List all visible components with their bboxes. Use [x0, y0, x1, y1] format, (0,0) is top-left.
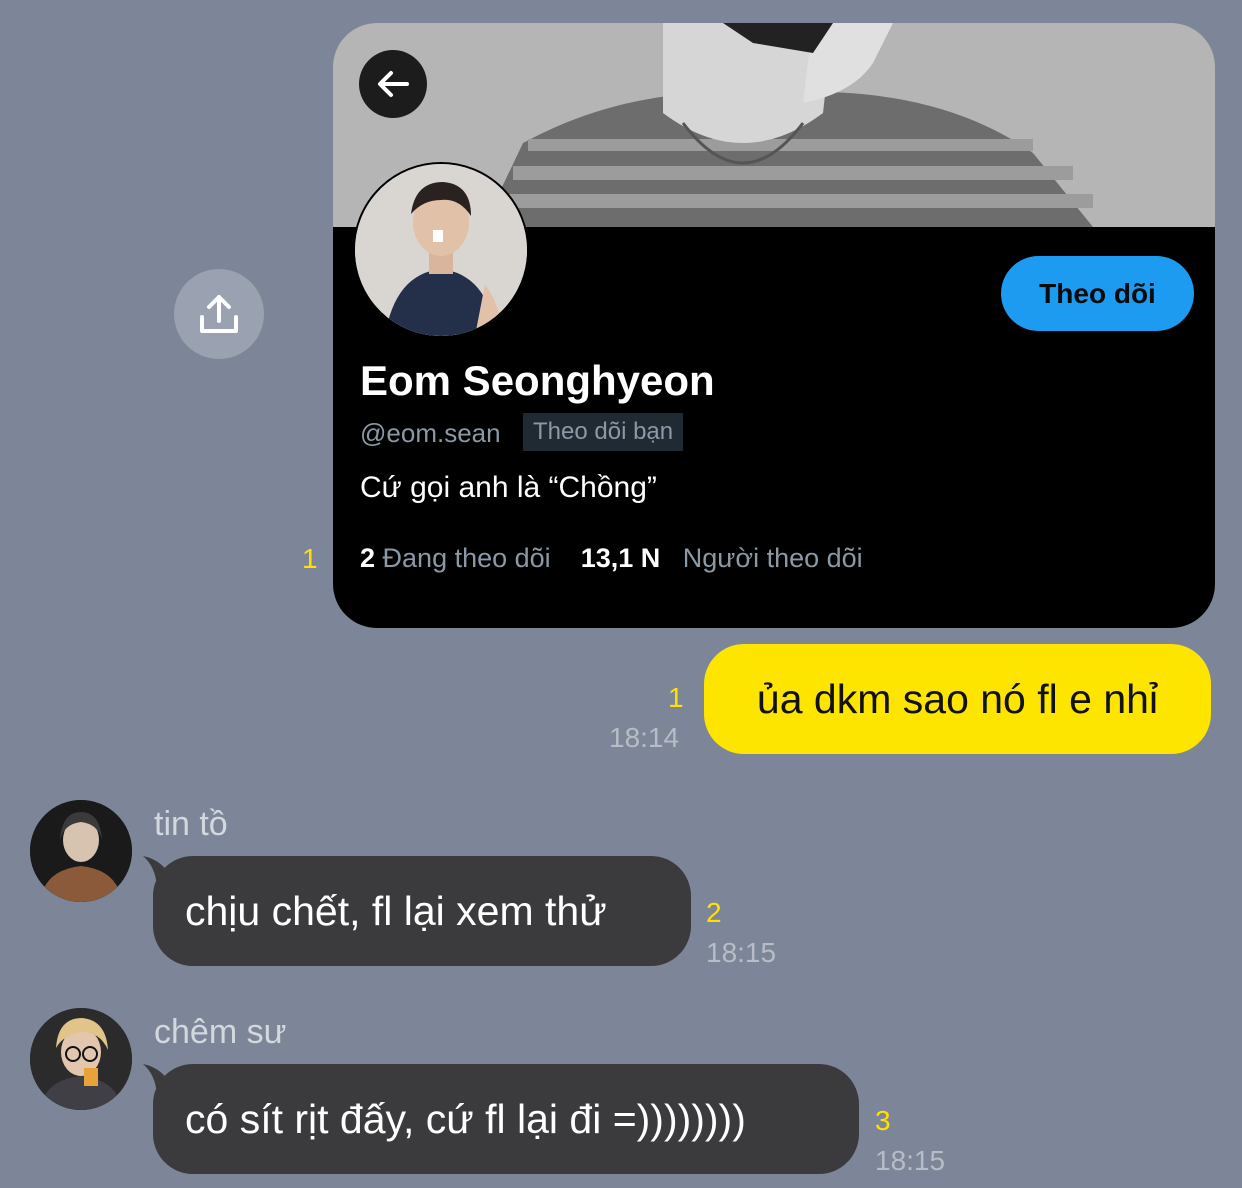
- profile-stats: 2 Đang theo dõi 13,1 N Người theo dõi: [360, 543, 863, 574]
- follow-button[interactable]: Theo dõi: [1001, 256, 1194, 331]
- back-button[interactable]: [359, 50, 427, 118]
- message-text: chịu chết, fl lại xem thử: [185, 887, 607, 934]
- profile-bio: Cứ gọi anh là “Chồng”: [360, 471, 657, 504]
- sender-name: tin tồ: [154, 805, 228, 843]
- profile-avatar: [353, 162, 529, 338]
- sender-avatar[interactable]: [30, 800, 132, 902]
- following-label[interactable]: Đang theo dõi: [383, 543, 551, 573]
- incoming-message-bubble[interactable]: có sít rịt đấy, cứ fl lại đi =)))))))): [153, 1064, 859, 1174]
- message-read-count: 3: [875, 1105, 891, 1136]
- back-arrow-icon: [378, 71, 409, 97]
- message-read-count: 2: [706, 897, 722, 928]
- following-count: 2: [360, 543, 376, 573]
- sender-name: chêm sư: [154, 1013, 287, 1051]
- sender-avatar[interactable]: [30, 1008, 132, 1110]
- incoming-message-bubble[interactable]: chịu chết, fl lại xem thử: [153, 856, 691, 966]
- message-text: ủa dkm sao nó fl e nhỉ: [756, 675, 1159, 722]
- followers-label[interactable]: Người theo dõi: [683, 543, 863, 573]
- message-time: 18:15: [706, 937, 777, 968]
- message-time: 18:14: [609, 722, 680, 753]
- profile-card-image[interactable]: Theo dõi Eom Seonghyeon @eom.sean Theo d…: [333, 23, 1215, 628]
- profile-handle: @eom.sean: [360, 418, 501, 448]
- message-time: 18:15: [875, 1145, 946, 1176]
- follows-you-badge: Theo dõi bạn: [523, 413, 684, 451]
- profile-display-name: Eom Seonghyeon: [360, 357, 715, 404]
- card-read-count: 1: [302, 543, 318, 574]
- share-button[interactable]: [174, 269, 264, 359]
- followers-count: 13,1 N: [580, 543, 661, 573]
- message-text: có sít rịt đấy, cứ fl lại đi =)))))))): [185, 1095, 746, 1142]
- message-read-count: 1: [668, 682, 684, 713]
- share-icon: [200, 295, 238, 333]
- outgoing-message-bubble[interactable]: ủa dkm sao nó fl e nhỉ: [704, 644, 1211, 754]
